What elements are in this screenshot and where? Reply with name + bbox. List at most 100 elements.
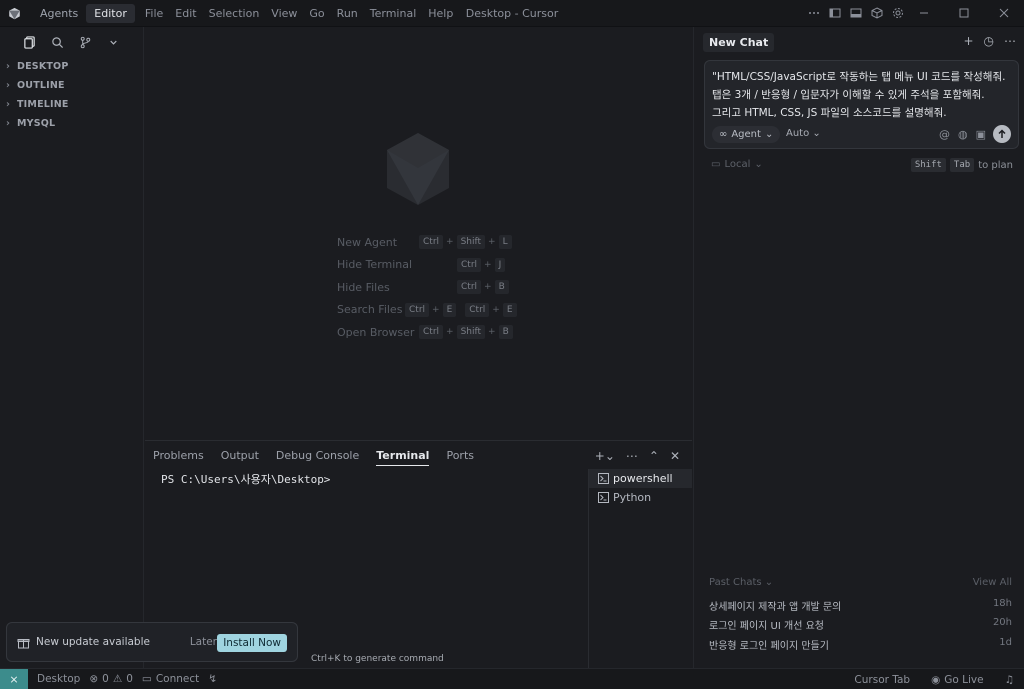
chevron-down-icon[interactable]: [106, 35, 120, 49]
key: Ctrl: [405, 302, 430, 317]
shortcut-row[interactable]: Search Files Ctrl + E Ctrl + E: [337, 299, 517, 322]
tab-debug-console[interactable]: Debug Console: [276, 449, 359, 466]
generate-command-hint: Ctrl+K to generate command: [311, 654, 444, 664]
terminal-item-label: Python: [613, 491, 652, 504]
input-tools: @ ◍ ▣: [939, 128, 986, 141]
terminal-item-powershell[interactable]: powershell: [589, 469, 692, 488]
cursor-tab-status[interactable]: Cursor Tab: [854, 674, 910, 686]
past-chat-item[interactable]: 반응형 로그인 페이지 만들기 1d: [709, 637, 1012, 652]
terminal-item-python[interactable]: Python: [589, 488, 692, 507]
menu-edit[interactable]: Edit: [169, 7, 202, 20]
section-label: MYSQL: [17, 118, 56, 129]
model-selector[interactable]: Auto ⌄: [786, 128, 821, 139]
more-icon[interactable]: ⋯: [1004, 35, 1016, 47]
tab-output[interactable]: Output: [221, 449, 259, 466]
connect-button[interactable]: ▭ Connect: [142, 673, 199, 685]
workspace-folder[interactable]: Desktop: [37, 673, 80, 685]
connect-label: Connect: [155, 673, 200, 685]
section-outline[interactable]: › OUTLINE: [0, 76, 143, 95]
problems-indicator[interactable]: ⊗ 0 ⚠ 0: [89, 673, 133, 685]
shortcut-keys: Ctrl + J: [457, 257, 506, 272]
plus: +: [488, 327, 496, 338]
install-now-button[interactable]: Install Now: [217, 634, 287, 652]
layout-controls: [808, 7, 904, 19]
infinity-icon: ∞: [719, 129, 728, 140]
section-desktop[interactable]: › DESKTOP: [0, 57, 143, 76]
key: Shift: [456, 235, 486, 250]
go-live-button[interactable]: ◉ Go Live: [931, 674, 984, 686]
chevron-down-icon: ⌄: [754, 159, 763, 170]
editor-view-button[interactable]: Editor: [86, 3, 135, 23]
cube-icon[interactable]: [871, 7, 883, 19]
maximize-panel-icon[interactable]: ⌃: [649, 449, 659, 463]
update-message: New update available: [36, 636, 150, 648]
new-terminal-icon[interactable]: +⌄: [595, 449, 615, 463]
menu-view[interactable]: View: [265, 7, 303, 20]
shortcut-row[interactable]: Open Browser Ctrl + Shift + B: [337, 321, 517, 344]
menu-go[interactable]: Go: [303, 7, 330, 20]
past-chat-age: 18h: [992, 598, 1012, 609]
mention-at-icon[interactable]: @: [939, 128, 950, 141]
settings-gear-icon[interactable]: [892, 7, 904, 19]
search-icon[interactable]: [50, 35, 64, 49]
past-chat-title: 반응형 로그인 페이지 만들기: [709, 641, 829, 652]
later-button[interactable]: Later: [190, 636, 217, 648]
agent-mode-dropdown[interactable]: ∞ Agent ⌄: [712, 126, 781, 143]
image-icon[interactable]: ▣: [976, 128, 986, 141]
environment-selector[interactable]: ▭ Local ⌄: [711, 159, 763, 170]
menu-terminal[interactable]: Terminal: [364, 7, 423, 20]
chat-panel: New Chat + ◷ ⋯ "HTML/CSS/JavaScript로 작동하…: [693, 27, 1024, 668]
key: Ctrl: [419, 235, 444, 250]
chevron-right-icon: ›: [6, 80, 11, 91]
notifications-bell-icon[interactable]: ♫: [1005, 674, 1014, 686]
view-all-link[interactable]: View All: [973, 577, 1012, 588]
menu-selection[interactable]: Selection: [203, 7, 266, 20]
plan-mode-hint: Shift Tab to plan: [910, 158, 1013, 172]
toggle-sidebar-icon[interactable]: [829, 7, 841, 19]
key: Tab: [949, 158, 975, 172]
section-timeline[interactable]: › TIMELINE: [0, 95, 143, 114]
source-control-icon[interactable]: [78, 35, 92, 49]
new-chat-tab[interactable]: New Chat: [703, 32, 775, 52]
agents-view-button[interactable]: Agents: [32, 4, 86, 23]
status-bar: ⨯ Desktop ⊗ 0 ⚠ 0 ▭ Connect ↯ Cursor Tab ◉ G…: [0, 668, 1024, 689]
past-chat-item[interactable]: 로그인 페이지 UI 개선 요청 20h: [709, 617, 1012, 632]
tab-terminal[interactable]: Terminal: [376, 449, 430, 466]
sync-icon[interactable]: ↯: [208, 673, 217, 685]
chat-input-box[interactable]: "HTML/CSS/JavaScript로 작동하는 탭 메뉴 UI 코드를 작…: [704, 60, 1019, 149]
shortcut-label: New Agent: [337, 235, 398, 249]
past-chats-toggle[interactable]: Past Chats ⌄: [709, 577, 773, 588]
send-button[interactable]: [993, 125, 1011, 143]
shortcut-row[interactable]: Hide Files Ctrl + B: [337, 276, 517, 299]
chevron-right-icon: ›: [6, 61, 11, 72]
close-icon[interactable]: [984, 0, 1024, 27]
history-clock-icon[interactable]: ◷: [984, 35, 994, 47]
explorer-files-icon[interactable]: [22, 35, 36, 49]
chat-input-text[interactable]: "HTML/CSS/JavaScript로 작동하는 탭 메뉴 UI 코드를 작…: [712, 68, 1012, 122]
shortcut-row[interactable]: New Agent Ctrl + Shift + L: [337, 231, 517, 254]
more-icon[interactable]: [808, 7, 820, 19]
add-chat-icon[interactable]: +: [963, 35, 973, 47]
remote-indicator-icon[interactable]: ⨯: [0, 668, 28, 689]
more-icon[interactable]: ⋯: [626, 449, 638, 463]
key: J: [494, 257, 506, 272]
sidebar-toolbar: [0, 27, 143, 57]
past-chat-item[interactable]: 상세페이지 제작과 앱 개발 문의 18h: [709, 598, 1012, 613]
menu-run[interactable]: Run: [331, 7, 364, 20]
menu-file[interactable]: File: [139, 7, 169, 20]
globe-icon[interactable]: ◍: [958, 128, 968, 141]
tab-ports[interactable]: Ports: [446, 449, 474, 466]
toggle-panel-icon[interactable]: [850, 7, 862, 19]
section-label: OUTLINE: [17, 80, 65, 91]
menu-help[interactable]: Help: [422, 7, 459, 20]
shortcut-keys: Ctrl + Shift + B: [419, 325, 513, 340]
shortcut-label: Hide Terminal: [337, 258, 413, 272]
tab-problems[interactable]: Problems: [153, 449, 204, 466]
minimize-icon[interactable]: [904, 0, 944, 27]
maximize-icon[interactable]: [944, 0, 984, 27]
terminal-prompt[interactable]: PS C:\Users\사용자\Desktop>: [161, 471, 330, 487]
close-panel-icon[interactable]: ✕: [670, 449, 680, 463]
shortcut-row[interactable]: Hide Terminal Ctrl + J: [337, 254, 517, 277]
section-mysql[interactable]: › MYSQL: [0, 114, 143, 133]
plus: +: [484, 282, 492, 293]
